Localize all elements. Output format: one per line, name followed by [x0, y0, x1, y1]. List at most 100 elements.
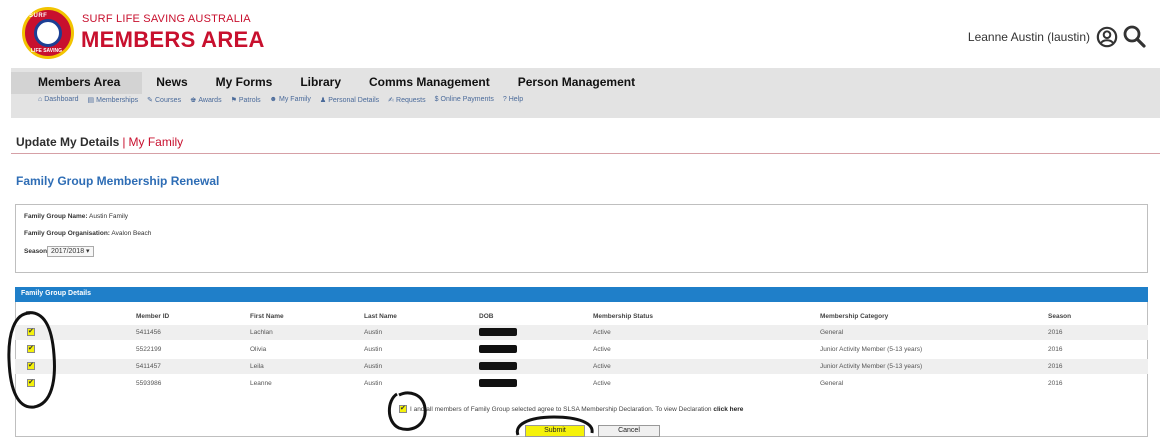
cell-status: Active — [593, 363, 611, 370]
table-row: 5522199 Olivia Austin Active Junior Acti… — [15, 342, 1148, 357]
courses-icon: ✎ — [147, 97, 153, 104]
site-header: SURF LIFE SAVING SURF LIFE SAVING AUSTRA… — [0, 0, 1160, 68]
declaration-label: I and all members of Family Group select… — [410, 406, 712, 413]
cell-member-id: 5411456 — [136, 329, 161, 336]
table-section-title: Family Group Details — [21, 290, 92, 297]
submit-button[interactable]: Submit — [525, 425, 585, 437]
breadcrumb-my-family[interactable]: My Family — [128, 135, 183, 149]
cell-last-name: Austin — [364, 346, 383, 353]
family-name-label: Family Group Name: — [24, 213, 88, 220]
page-title: Family Group Membership Renewal — [16, 174, 220, 188]
user-circle-icon[interactable] — [1096, 26, 1118, 48]
dollar-icon: $ — [434, 96, 439, 103]
tab-library[interactable]: Library — [286, 72, 355, 94]
table-row: 5411456 Lachlan Austin Active General 20… — [15, 325, 1148, 340]
family-org-label: Family Group Organisation: — [24, 230, 110, 237]
table-row: 5411457 Leila Austin Active Junior Activ… — [15, 359, 1148, 374]
cell-category: Junior Activity Member (5-13 years) — [820, 363, 923, 370]
member-select-checkbox[interactable] — [27, 327, 35, 336]
member-select-checkbox[interactable] — [27, 378, 35, 387]
subnav-requests[interactable]: ✍ Requests — [388, 96, 425, 104]
redacted-dob — [479, 379, 517, 387]
logo-text-bottom: LIFE SAVING — [31, 48, 63, 54]
subnav-label: Help — [508, 96, 524, 103]
declaration-link[interactable]: click here — [713, 406, 743, 413]
subnav-awards[interactable]: ♚ Awards — [190, 96, 222, 104]
family-org-value: Avalon Beach — [111, 230, 152, 237]
col-first-name: First Name — [250, 313, 284, 320]
tab-person-management[interactable]: Person Management — [504, 72, 649, 94]
cancel-button[interactable]: Cancel — [598, 425, 660, 437]
cell-member-id: 5593986 — [136, 380, 162, 387]
slsa-logo[interactable]: SURF LIFE SAVING — [22, 7, 74, 59]
table-row: 5593986 Leanne Austin Active General 201… — [15, 376, 1148, 391]
season-select[interactable]: 2017/2018 ▾ — [47, 246, 94, 257]
subnav-label: Awards — [198, 97, 222, 104]
sub-navigation: ⌂ Dashboard ▤ Memberships ✎ Courses ♚ Awards… — [38, 96, 532, 104]
redacted-dob — [479, 362, 517, 370]
subnav-label: Patrols — [238, 97, 261, 104]
org-name: SURF LIFE SAVING AUSTRALIA — [82, 13, 251, 25]
flag-icon: ⚑ — [230, 97, 237, 104]
memberships-icon: ▤ — [87, 97, 95, 104]
cell-first-name: Leanne — [250, 380, 272, 387]
family-org-row: Family Group Organisation: Avalon Beach — [24, 230, 151, 237]
subnav-my-family[interactable]: ☻ My Family — [270, 96, 311, 104]
col-member-id: Member ID — [136, 313, 170, 320]
breadcrumb-separator: | — [122, 135, 126, 149]
declaration-checkbox[interactable] — [399, 404, 407, 413]
help-icon: ? — [502, 96, 507, 103]
subnav-help[interactable]: ? Help — [503, 96, 523, 104]
title-divider — [11, 153, 1160, 154]
cell-season: 2016 — [1048, 363, 1063, 370]
cell-last-name: Austin — [364, 363, 383, 370]
cell-category: Junior Activity Member (5-13 years) — [820, 346, 923, 353]
subnav-label: Courses — [155, 97, 182, 104]
cell-member-id: 5411457 — [136, 363, 161, 370]
subnav-label: Requests — [396, 97, 426, 104]
dashboard-icon: ⌂ — [38, 96, 43, 103]
cell-first-name: Olivia — [250, 346, 267, 353]
declaration-text: I and all members of Family Group select… — [410, 406, 743, 413]
user-name[interactable]: Leanne Austin (laustin) — [968, 30, 1090, 44]
season-row: Season: — [24, 248, 49, 255]
cell-status: Active — [593, 329, 611, 336]
cell-member-id: 5522199 — [136, 346, 162, 353]
subnav-label: Personal Details — [328, 97, 380, 104]
cell-status: Active — [593, 346, 611, 353]
family-icon: ☻ — [269, 96, 278, 103]
subnav-courses[interactable]: ✎ Courses — [147, 96, 181, 104]
site-title: MEMBERS AREA — [81, 27, 265, 52]
season-label: Season: — [24, 248, 50, 255]
logo-emblem — [34, 19, 62, 47]
subnav-dashboard[interactable]: ⌂ Dashboard — [38, 96, 78, 104]
main-navigation: Members Area News My Forms Library Comms… — [11, 68, 1160, 118]
member-select-checkbox[interactable] — [27, 361, 35, 370]
awards-icon: ♚ — [190, 97, 197, 104]
breadcrumb: Update My Details | My Family — [16, 135, 183, 149]
cell-season: 2016 — [1048, 329, 1063, 336]
tab-my-forms[interactable]: My Forms — [202, 72, 287, 94]
member-select-checkbox[interactable] — [27, 344, 35, 353]
subnav-personal-details[interactable]: ♟ Personal Details — [320, 96, 379, 104]
cell-season: 2016 — [1048, 380, 1063, 387]
tab-news[interactable]: News — [142, 72, 201, 94]
main-tabs: Members Area News My Forms Library Comms… — [11, 72, 649, 94]
logo-text-top: SURF — [29, 13, 48, 19]
family-info-panel: Family Group Name: Austin Family Family … — [15, 204, 1148, 273]
cell-first-name: Lachlan — [250, 329, 273, 336]
col-dob: DOB — [479, 313, 494, 320]
redacted-dob — [479, 328, 517, 336]
col-membership-status: Membership Status — [593, 313, 653, 320]
subnav-patrols[interactable]: ⚑ Patrols — [231, 96, 261, 104]
subnav-memberships[interactable]: ▤ Memberships — [87, 96, 138, 104]
subnav-label: My Family — [279, 96, 311, 103]
tab-comms-management[interactable]: Comms Management — [355, 72, 504, 94]
search-icon[interactable] — [1122, 24, 1146, 48]
tab-members-area[interactable]: Members Area — [11, 72, 143, 94]
subnav-label: Online Payments — [440, 96, 494, 103]
cell-season: 2016 — [1048, 346, 1063, 353]
family-name-value: Austin Family — [89, 213, 129, 220]
breadcrumb-update-details[interactable]: Update My Details — [16, 135, 119, 149]
subnav-online-payments[interactable]: $ Online Payments — [435, 96, 494, 104]
